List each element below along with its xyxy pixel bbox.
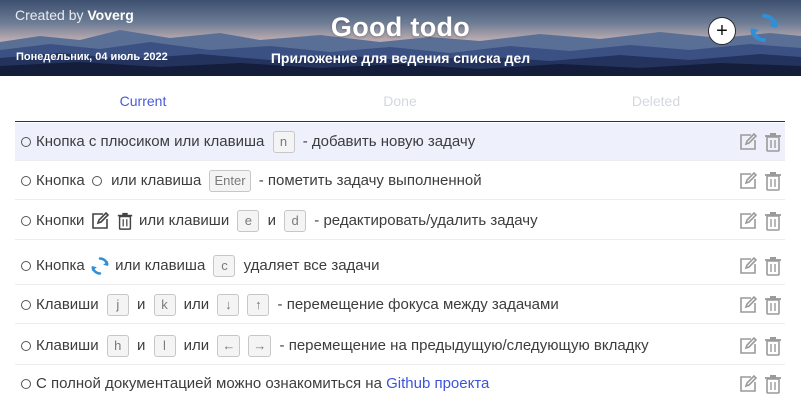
task-actions: [738, 171, 783, 191]
task-text-part: - перемещение фокуса между задачами: [277, 295, 559, 313]
key-arrow-right: →: [248, 334, 272, 357]
task-text-part: и: [136, 295, 146, 313]
circle-bullet-icon[interactable]: [21, 340, 31, 351]
task-actions: [738, 132, 783, 152]
task-text-part: или: [183, 336, 210, 354]
task-actions: [738, 295, 783, 315]
edit-icon[interactable]: [738, 256, 758, 276]
circle-bullet-icon[interactable]: [21, 175, 31, 186]
trash-icon[interactable]: [763, 336, 783, 356]
task-item[interactable]: Кнопки или клавиши e и d - редактировать…: [15, 202, 785, 240]
task-text-part: - пометить задачу выполненной: [258, 171, 482, 189]
edit-icon[interactable]: [738, 132, 758, 152]
tab-bar: Current Done Deleted: [15, 86, 785, 122]
edit-icon[interactable]: [738, 336, 758, 356]
add-task-button[interactable]: +: [708, 17, 736, 45]
task-text-part: Клавиши: [36, 295, 99, 313]
key-arrow-left: ←: [217, 334, 241, 357]
key-e: e: [237, 209, 260, 232]
github-link[interactable]: Github проекта: [386, 375, 489, 392]
task-text-part: или клавиши: [138, 211, 230, 229]
tab-done[interactable]: Done: [300, 93, 500, 109]
task-text-part: и: [136, 336, 146, 354]
key-j: j: [106, 293, 129, 316]
task-text: Кнопка с плюсиком или клавиша n - добави…: [36, 130, 476, 153]
task-text-part: или клавиша: [111, 171, 202, 189]
task-text-part: С полной документацией можно ознакомитьс…: [36, 375, 382, 392]
circle-bullet-icon: [91, 175, 102, 186]
circle-bullet-icon[interactable]: [21, 215, 31, 226]
task-text: Кнопка или клавиша Enter - пометить зада…: [36, 169, 482, 192]
trash-icon[interactable]: [763, 211, 783, 231]
edit-icon: [91, 211, 109, 229]
task-item[interactable]: Кнопка или клавиша c удаляет все задачи: [15, 247, 785, 285]
trash-icon[interactable]: [763, 374, 783, 394]
trash-icon[interactable]: [763, 171, 783, 191]
task-text: Клавиши j и k или ↓ ↑ - перемещение фокус…: [36, 293, 559, 316]
task-text: Клавиши h и l или ← → - перемещение на пр…: [36, 334, 649, 357]
edit-icon[interactable]: [738, 295, 758, 315]
task-text-part: - перемещение на предыдущую/следующую вк…: [279, 336, 649, 354]
task-actions: [738, 336, 783, 356]
key-k: k: [153, 293, 176, 316]
task-item[interactable]: Клавиши j и k или ↓ ↑ - перемещение фокус…: [15, 286, 785, 324]
task-text-part: удаляет все задачи: [243, 256, 380, 274]
trash-icon[interactable]: [763, 295, 783, 315]
task-item[interactable]: С полной документацией можно ознакомитьс…: [15, 365, 785, 401]
circle-bullet-icon[interactable]: [21, 378, 31, 389]
task-text: Кнопка или клавиша c удаляет все задачи: [36, 254, 380, 277]
circle-bullet-icon[interactable]: [21, 260, 31, 271]
app-title: Good todo: [330, 12, 471, 42]
task-item[interactable]: Клавиши h и l или ← → - перемещение на пр…: [15, 327, 785, 365]
task-actions: [738, 211, 783, 231]
trash-icon[interactable]: [763, 256, 783, 276]
edit-icon[interactable]: [738, 171, 758, 191]
key-n: n: [272, 130, 295, 153]
key-enter: Enter: [209, 169, 251, 192]
app-header: Created by Voverg Good todo Приложение д…: [0, 0, 801, 76]
task-text-part: или клавиша: [115, 256, 206, 274]
task-text-part: и: [267, 211, 276, 229]
task-text-part: - добавить новую задачу: [302, 132, 476, 150]
task-text-part: - редактировать/удалить задачу: [314, 211, 538, 229]
task-text-part: Кнопки: [36, 211, 85, 229]
key-arrow-up: ↑: [247, 293, 270, 316]
key-l: l: [153, 334, 176, 357]
edit-icon[interactable]: [738, 374, 758, 394]
trash-icon: [117, 212, 132, 230]
current-date: Понедельник, 04 июль 2022: [16, 51, 168, 63]
task-text-part: Кнопка: [36, 171, 85, 189]
key-h: h: [106, 334, 129, 357]
task-text-part: или: [183, 295, 210, 313]
tab-current[interactable]: Current: [43, 93, 243, 109]
task-text: Кнопки или клавиши e и d - редактировать…: [36, 209, 538, 232]
refresh-icon[interactable]: [748, 12, 780, 44]
key-arrow-down: ↓: [217, 293, 240, 316]
task-actions: [738, 374, 783, 394]
task-text: С полной документацией можно ознакомитьс…: [36, 375, 489, 392]
tab-deleted[interactable]: Deleted: [556, 93, 756, 109]
key-c: c: [213, 254, 236, 277]
circle-bullet-icon[interactable]: [21, 136, 31, 147]
key-d: d: [284, 209, 307, 232]
task-text-part: Кнопка с плюсиком или клавиша: [36, 132, 265, 150]
task-item[interactable]: Кнопка с плюсиком или клавиша n - добави…: [15, 123, 785, 161]
edit-icon[interactable]: [738, 211, 758, 231]
trash-icon[interactable]: [763, 132, 783, 152]
task-actions: [738, 256, 783, 276]
plus-icon: +: [716, 20, 728, 42]
task-text-part: Клавиши: [36, 336, 99, 354]
circle-bullet-icon[interactable]: [21, 299, 31, 310]
refresh-icon: [91, 256, 109, 275]
task-text-part: Кнопка: [36, 256, 85, 274]
task-item[interactable]: Кнопка или клавиша Enter - пометить зада…: [15, 162, 785, 200]
